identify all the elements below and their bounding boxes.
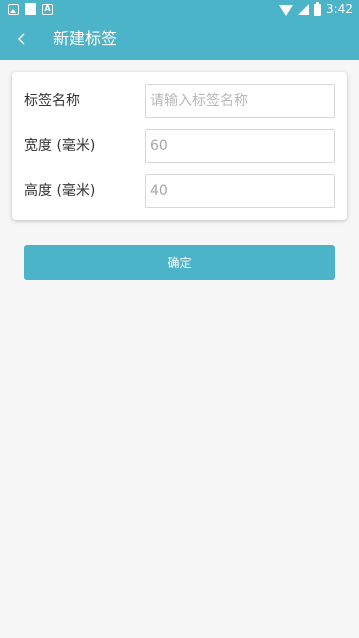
height-input[interactable] <box>145 174 335 208</box>
signal-icon <box>298 4 310 15</box>
height-row: 高度 (毫米) <box>12 174 347 208</box>
height-label: 高度 (毫米) <box>24 183 96 199</box>
a-icon: A <box>42 3 53 15</box>
name-input[interactable] <box>145 84 335 118</box>
name-label: 标签名称 <box>24 93 80 109</box>
width-input[interactable] <box>145 129 335 163</box>
status-bar-left: A <box>8 3 53 15</box>
battery-icon <box>314 1 322 16</box>
status-time: 3:42 <box>326 2 353 16</box>
wifi-icon <box>279 5 294 16</box>
sd-card-icon <box>25 3 36 15</box>
status-bar-right: 3:42 <box>279 1 353 17</box>
label-form-card: 标签名称 宽度 (毫米) 高度 (毫米) <box>12 72 347 220</box>
back-button[interactable] <box>8 25 36 53</box>
confirm-button[interactable]: 确定 <box>24 245 335 280</box>
name-row: 标签名称 <box>12 84 347 118</box>
image-icon <box>8 3 19 15</box>
width-row: 宽度 (毫米) <box>12 129 347 163</box>
width-label: 宽度 (毫米) <box>24 138 96 154</box>
status-bar: A 3:42 <box>0 0 359 19</box>
chevron-left-icon <box>18 33 25 45</box>
page-title: 新建标签 <box>53 29 118 48</box>
toolbar: 新建标签 <box>0 19 359 60</box>
